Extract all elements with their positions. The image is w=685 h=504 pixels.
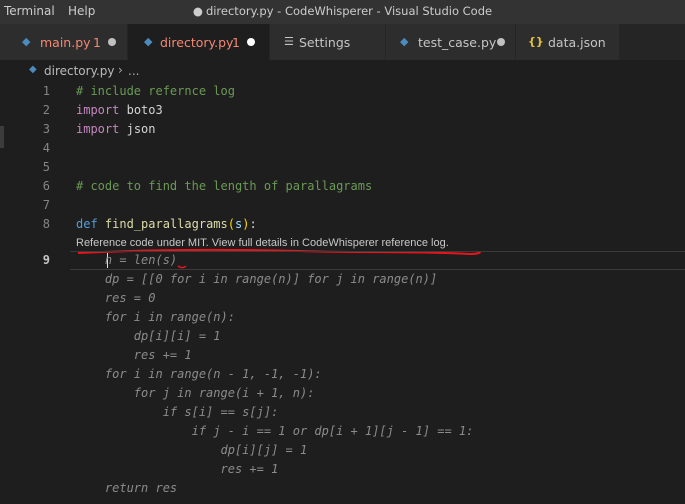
suggestion-line: dp[i][j] = 1 xyxy=(76,443,308,457)
suggestion-line: dp[i][i] = 1 xyxy=(76,329,221,343)
suggestion-line: res += 1 xyxy=(76,462,279,476)
suggestion-line: res = 0 xyxy=(76,291,156,305)
suggestion-line: return res xyxy=(76,481,178,495)
suggestion-line: for j in range(i + 1, n): xyxy=(76,386,315,400)
suggestion-line: n = len(s) xyxy=(76,253,178,267)
suggestion-line: if s[i] == s[j]: xyxy=(76,405,279,419)
suggestion-line: res += 1 xyxy=(76,348,192,362)
suggestion-line: dp = [[0 for i in range(n)] for j in ran… xyxy=(76,272,438,286)
suggestion-line: for i in range(n): xyxy=(76,310,235,324)
suggestion-line: if j - i == 1 or dp[i + 1][j - 1] == 1: xyxy=(76,424,474,438)
suggestion-line: for i in range(n - 1, -1, -1): xyxy=(76,367,322,381)
